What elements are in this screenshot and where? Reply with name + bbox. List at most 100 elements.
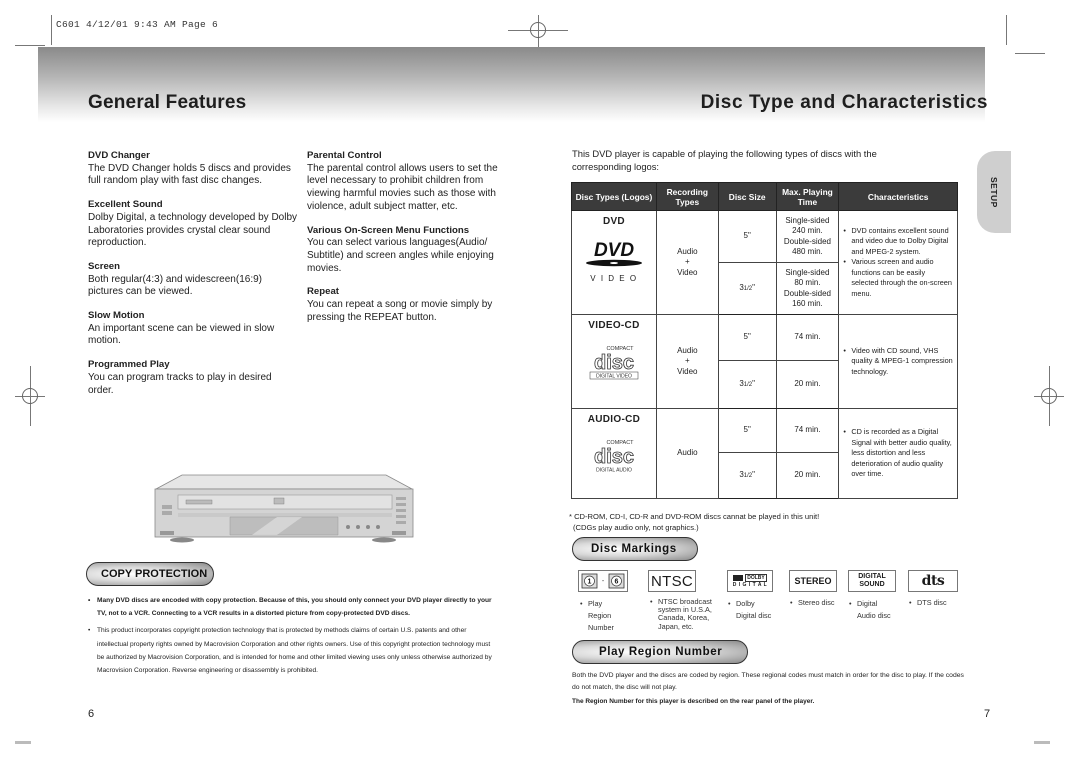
trim-mark <box>15 741 31 744</box>
feature-parental-control: Parental Control The parental control al… <box>307 150 502 214</box>
disc-size-cell: 5" <box>717 210 777 263</box>
feature-title: Programmed Play <box>88 359 170 371</box>
disc-size-cell: 31/2" <box>717 452 777 499</box>
dts-caption: DTS disc <box>909 598 947 608</box>
digital-sound-caption: Digital Audio disc <box>849 598 891 622</box>
dts-logo: dts <box>908 570 958 592</box>
stereo-logo: STEREO <box>789 570 837 592</box>
disc-size-cell: 31/2" <box>717 262 777 315</box>
svg-text:DIGITAL VIDEO: DIGITAL VIDEO <box>596 373 632 379</box>
table-row-dvd: DVD DVD V I D E O Audio + Video 5" Singl… <box>571 210 958 315</box>
disc-markings-heading: Disc Markings <box>572 537 698 561</box>
svg-text:1: 1 <box>588 579 592 586</box>
svg-text:-: - <box>602 578 605 585</box>
recording-type: Audio <box>677 345 698 355</box>
feature-body: Dolby Digital, a technology developed by… <box>88 211 298 249</box>
time-line: 240 min. <box>792 226 823 235</box>
feature-title: Parental Control <box>307 150 382 161</box>
playing-time-cell: 74 min. <box>775 408 840 453</box>
play-region-note: The Region Number for this player is des… <box>572 698 815 705</box>
crop-mark <box>1015 53 1045 54</box>
feature-body: Both regular(4:3) and widescreen(16:9) p… <box>88 273 262 298</box>
feature-title: Screen <box>88 260 120 272</box>
dolby-digital-logo: DOLBY D I G I T A L <box>727 570 773 592</box>
page-number-left: 6 <box>88 708 95 720</box>
playing-time-cell: Single-sided 80 min. Double-sided 160 mi… <box>775 262 840 315</box>
page-title-disc-type: Disc Type and Characteristics <box>700 92 988 113</box>
column-header: Disc Size <box>717 182 777 211</box>
column-header: Max. Playing Time <box>775 182 840 211</box>
footnote-line: (CDGs play audio only, not graphics.) <box>573 522 699 532</box>
copy-protection-item: Many DVD discs are encoded with copy pro… <box>88 594 498 620</box>
copy-protection-item: This product incorporates copyright prot… <box>88 624 498 677</box>
time-line: Double-sided <box>783 236 831 246</box>
intro-text: This DVD player is capable of playing th… <box>572 148 877 172</box>
unsupported-discs-footnote: * CD-ROM, CD-I, CD-R and DVD-ROM discs c… <box>569 512 949 533</box>
feature-title: DVD Changer <box>88 150 150 161</box>
playing-time-cell: 20 min. <box>775 360 840 409</box>
feature-body: The parental control allows users to set… <box>307 162 498 212</box>
crop-mark <box>51 15 52 45</box>
stereo-caption: Stereo disc <box>790 598 835 608</box>
characteristic-item: Video with CD sound, VHS quality & MPEG-… <box>843 346 953 378</box>
time-line: 160 min. <box>792 299 823 308</box>
feature-slow-motion: Slow Motion An important scene can be vi… <box>88 310 298 348</box>
play-region-body: Both the DVD player and the discs are co… <box>572 672 964 692</box>
setup-tab-label: SETUP <box>989 176 999 208</box>
recording-plus: + <box>685 257 690 267</box>
time-line: 480 min. <box>792 247 823 256</box>
playing-time-cell: 20 min. <box>775 452 840 499</box>
characteristic-item: DVD contains excellent sound and video d… <box>843 226 953 258</box>
feature-title: Repeat <box>307 286 339 298</box>
recording-type-cell: Audio + Video <box>655 314 719 409</box>
characteristics-cell: DVD contains excellent sound and video d… <box>838 210 958 315</box>
feature-dvd-changer: DVD Changer The DVD Changer holds 5 disc… <box>88 150 298 188</box>
disc-size-cell: 5" <box>717 314 777 361</box>
time-line: Double-sided <box>783 288 831 298</box>
features-column-2: Parental Control The parental control al… <box>307 150 502 335</box>
feature-on-screen-menu: Various On-Screen Menu Functions You can… <box>307 225 502 276</box>
feature-repeat: Repeat You can repeat a song or movie si… <box>307 286 502 324</box>
svg-text:disc: disc <box>594 352 634 374</box>
playing-time-cell: Single-sided 240 min. Double-sided 480 m… <box>775 210 840 263</box>
feature-body: You can repeat a song or movie simply by… <box>307 299 493 323</box>
page-number-right: 7 <box>984 708 991 720</box>
feature-body: An important scene can be viewed in slow… <box>88 322 275 347</box>
characteristic-item: CD is recorded as a Digital Signal with … <box>843 427 953 480</box>
compact-disc-digital-audio-logo: COMPACT disc DIGITAL AUDIO <box>574 436 654 476</box>
disc-type-label: AUDIO-CD <box>587 414 641 425</box>
footnote-line: * CD-ROM, CD-I, CD-R and DVD-ROM discs c… <box>569 512 820 521</box>
table-row-audio-cd: AUDIO-CD COMPACT disc DIGITAL AUDIO Audi… <box>571 408 958 499</box>
svg-text:DVD: DVD <box>594 240 634 261</box>
recording-plus: + <box>685 356 690 366</box>
ntsc-caption: NTSC broadcast system in U.S.A, Canada, … <box>650 597 712 631</box>
disc-size-cell: 31/2" <box>717 360 777 409</box>
time-line: Single-sided <box>785 267 830 277</box>
setup-side-tab[interactable]: SETUP <box>977 151 1011 233</box>
disc-type-label: DVD <box>602 216 625 227</box>
time-line: 80 min. <box>794 278 821 287</box>
feature-title: Various On-Screen Menu Functions <box>307 224 470 236</box>
column-header: Recording Types <box>655 182 719 211</box>
characteristics-cell: CD is recorded as a Digital Signal with … <box>838 408 958 499</box>
column-header: Disc Types (Logos) <box>571 182 657 211</box>
dolby-digital-caption: Dolby Digital disc <box>728 598 771 622</box>
table-header-row: Disc Types (Logos) Recording Types Disc … <box>571 182 958 211</box>
feature-body: The DVD Changer holds 5 discs and provid… <box>88 162 291 187</box>
ntsc-logo: NTSC <box>648 570 696 592</box>
feature-excellent-sound: Excellent Sound Dolby Digital, a technol… <box>88 199 298 250</box>
copy-protection-list: Many DVD discs are encoded with copy pro… <box>88 594 498 681</box>
play-region-heading: Play Region Number <box>572 640 748 664</box>
crop-mark <box>15 45 45 46</box>
features-column-1: DVD Changer The DVD Changer holds 5 disc… <box>88 150 298 408</box>
recording-type: Video <box>677 366 698 376</box>
svg-text:DIGITAL AUDIO: DIGITAL AUDIO <box>596 467 632 473</box>
feature-title: Excellent Sound <box>88 199 163 211</box>
feature-title: Slow Motion <box>88 310 145 322</box>
region-number-icon: 1 - 6 <box>578 570 628 592</box>
characteristics-cell: Video with CD sound, VHS quality & MPEG-… <box>838 314 958 409</box>
crop-mark <box>1006 15 1007 45</box>
copy-protection-heading: COPY PROTECTION <box>86 562 214 586</box>
recording-type: Video <box>677 267 698 277</box>
disc-type-cell: AUDIO-CD COMPACT disc DIGITAL AUDIO <box>571 408 657 499</box>
